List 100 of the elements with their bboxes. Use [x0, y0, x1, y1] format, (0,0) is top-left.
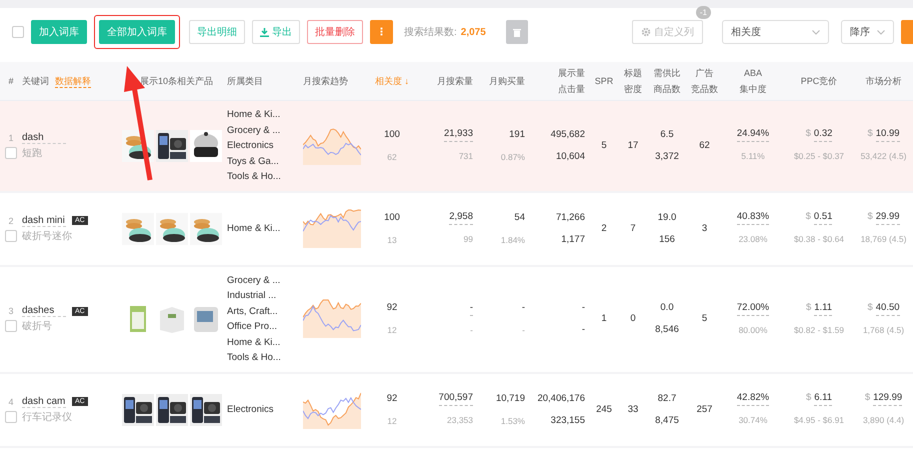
add-button[interactable]: 全部加入词库 [99, 20, 175, 44]
column-header[interactable]: 相关度 ↓ [374, 73, 409, 89]
table-cell-text: 100 [384, 210, 400, 224]
table-cell-text: 5 [601, 138, 607, 153]
table-cell-text: 731 [458, 150, 473, 164]
add-button[interactable]: 加入词库 [31, 20, 87, 44]
column-header: 密度 [624, 83, 642, 96]
table-cell-text: 0.0 [660, 301, 674, 315]
currency-sign: $ [806, 300, 812, 314]
keyword-link[interactable]: dashes [22, 305, 66, 317]
table-cell-text: 2 [601, 222, 607, 236]
sort-order-select[interactable]: 降序 [841, 20, 894, 44]
count-badge: -1 [696, 6, 711, 19]
column-header: 商品数 [654, 83, 680, 96]
table-cell-text: - [470, 324, 473, 336]
table-cell-text: 62 [699, 138, 710, 153]
sort-field-select[interactable]: 相关度 [722, 20, 829, 44]
table-cell-text: 92 [386, 392, 398, 406]
table-cell-text: 33 [628, 402, 638, 416]
table-cell: 72.00% [736, 300, 770, 316]
column-header: 月搜索趋势 [303, 75, 348, 88]
table-cell: 2,958 [449, 210, 473, 225]
export-detail-button[interactable]: 导出明细 [189, 20, 245, 44]
category-text: Grocery & ... [227, 124, 282, 138]
category-text: Home & Ki... [227, 108, 282, 122]
settings-icon [641, 27, 651, 37]
keyword-link[interactable]: dash cam [22, 396, 66, 408]
export-button[interactable]: 导出 [252, 20, 300, 44]
table-cell-text: 19.0 [658, 210, 676, 224]
column-header: 关键词 [22, 75, 49, 88]
column-header: PPC竞价 [800, 75, 838, 88]
table-cell-text: - [522, 301, 525, 315]
category-text: Home & Ki... [227, 222, 282, 236]
table-cell: - [470, 300, 473, 316]
row-checkbox[interactable] [5, 320, 17, 332]
category-text: Home & Ki... [227, 336, 282, 350]
table-cell-text: $0.82 - $1.59 [794, 324, 844, 336]
category-text: Arts, Craft... [227, 304, 279, 318]
table-cell-text: 82.7 [658, 392, 676, 406]
table-cell-text: 80.00% [738, 324, 768, 336]
column-header: 月购买量 [489, 75, 525, 88]
table-cell-text: 257 [696, 402, 712, 416]
table-cell-text: - [522, 324, 525, 337]
result-label: 搜索结果数: [404, 26, 457, 39]
table-cell-text: 3 [702, 222, 708, 236]
column-header: 展示量 [558, 67, 585, 80]
price-text: 29.99 [876, 210, 900, 225]
delete-button[interactable]: 批量删除 [307, 20, 363, 44]
table-cell-text: $0.25 - $0.37 [794, 150, 844, 164]
table-cell-text: 1.53% [500, 414, 525, 428]
keyword-translation: 短跑 [22, 146, 43, 160]
table-cell-text: 54 [514, 210, 525, 224]
column-header: 集中度 [740, 83, 766, 96]
keyword-link[interactable]: dash [22, 132, 66, 144]
table-cell-text: 23.08% [738, 233, 768, 246]
table-cell-text: 1,768 (4.5) [862, 324, 904, 337]
price-text: 6.11 [814, 391, 832, 406]
row-number: 2 [8, 216, 14, 226]
table-cell-text: 13 [387, 234, 397, 246]
keyword-link[interactable]: dash mini [22, 214, 66, 226]
table-cell-text: 1.84% [500, 234, 525, 246]
column-header: 竞品数 [691, 83, 718, 96]
column-header: # [8, 75, 14, 88]
row-checkbox[interactable] [5, 410, 17, 422]
category-text: Industrial ... [227, 289, 278, 303]
more-button[interactable]: ⋮ [370, 20, 393, 44]
table-cell-text: 23,353 [447, 414, 473, 427]
table-cell: 42.82% [736, 391, 770, 406]
table-cell-text: 99 [464, 233, 473, 246]
category-text: Electronics [227, 139, 274, 153]
row-checkbox[interactable] [5, 230, 17, 242]
table-cell-text: 156 [659, 232, 675, 246]
column-header: ABA [744, 67, 762, 80]
column-header: 标题 [624, 67, 642, 80]
table-cell-text: 17 [628, 138, 638, 153]
currency-sign: $ [806, 391, 812, 405]
table-cell-text: 245 [596, 402, 612, 416]
action-button[interactable] [901, 20, 913, 44]
table-cell-text: 62 [387, 150, 397, 164]
column-header: 广告 [696, 67, 714, 80]
data-help-link[interactable]: 数据解释 [55, 74, 91, 88]
table-cell-text: 3,890 (4.4) [862, 414, 904, 427]
category-text: Grocery & ... [227, 274, 282, 288]
table-cell-text: 1 [601, 312, 607, 326]
column-header: 展示10条相关产品 [140, 75, 214, 88]
select-all-checkbox[interactable] [12, 26, 24, 38]
table-cell-text: 10,604 [556, 150, 585, 164]
table-cell-text: 20,406,176 [537, 392, 585, 406]
currency-sign: $ [867, 127, 873, 142]
price-text: 1.11 [814, 300, 832, 316]
keyword-translation: 行车记录仪 [22, 410, 73, 424]
table-cell-text: 71,266 [556, 210, 585, 224]
table-cell: 24.94% [736, 127, 770, 142]
row-checkbox[interactable] [5, 146, 17, 159]
table-cell: 700,597 [438, 391, 473, 406]
keyword-translation: 破折号迷你 [22, 230, 73, 242]
table-cell-text: 100 [384, 128, 400, 142]
table-cell: 21,933 [444, 127, 473, 142]
table-cell-text: 323,155 [550, 414, 585, 428]
column-header: 点击量 [558, 83, 585, 96]
